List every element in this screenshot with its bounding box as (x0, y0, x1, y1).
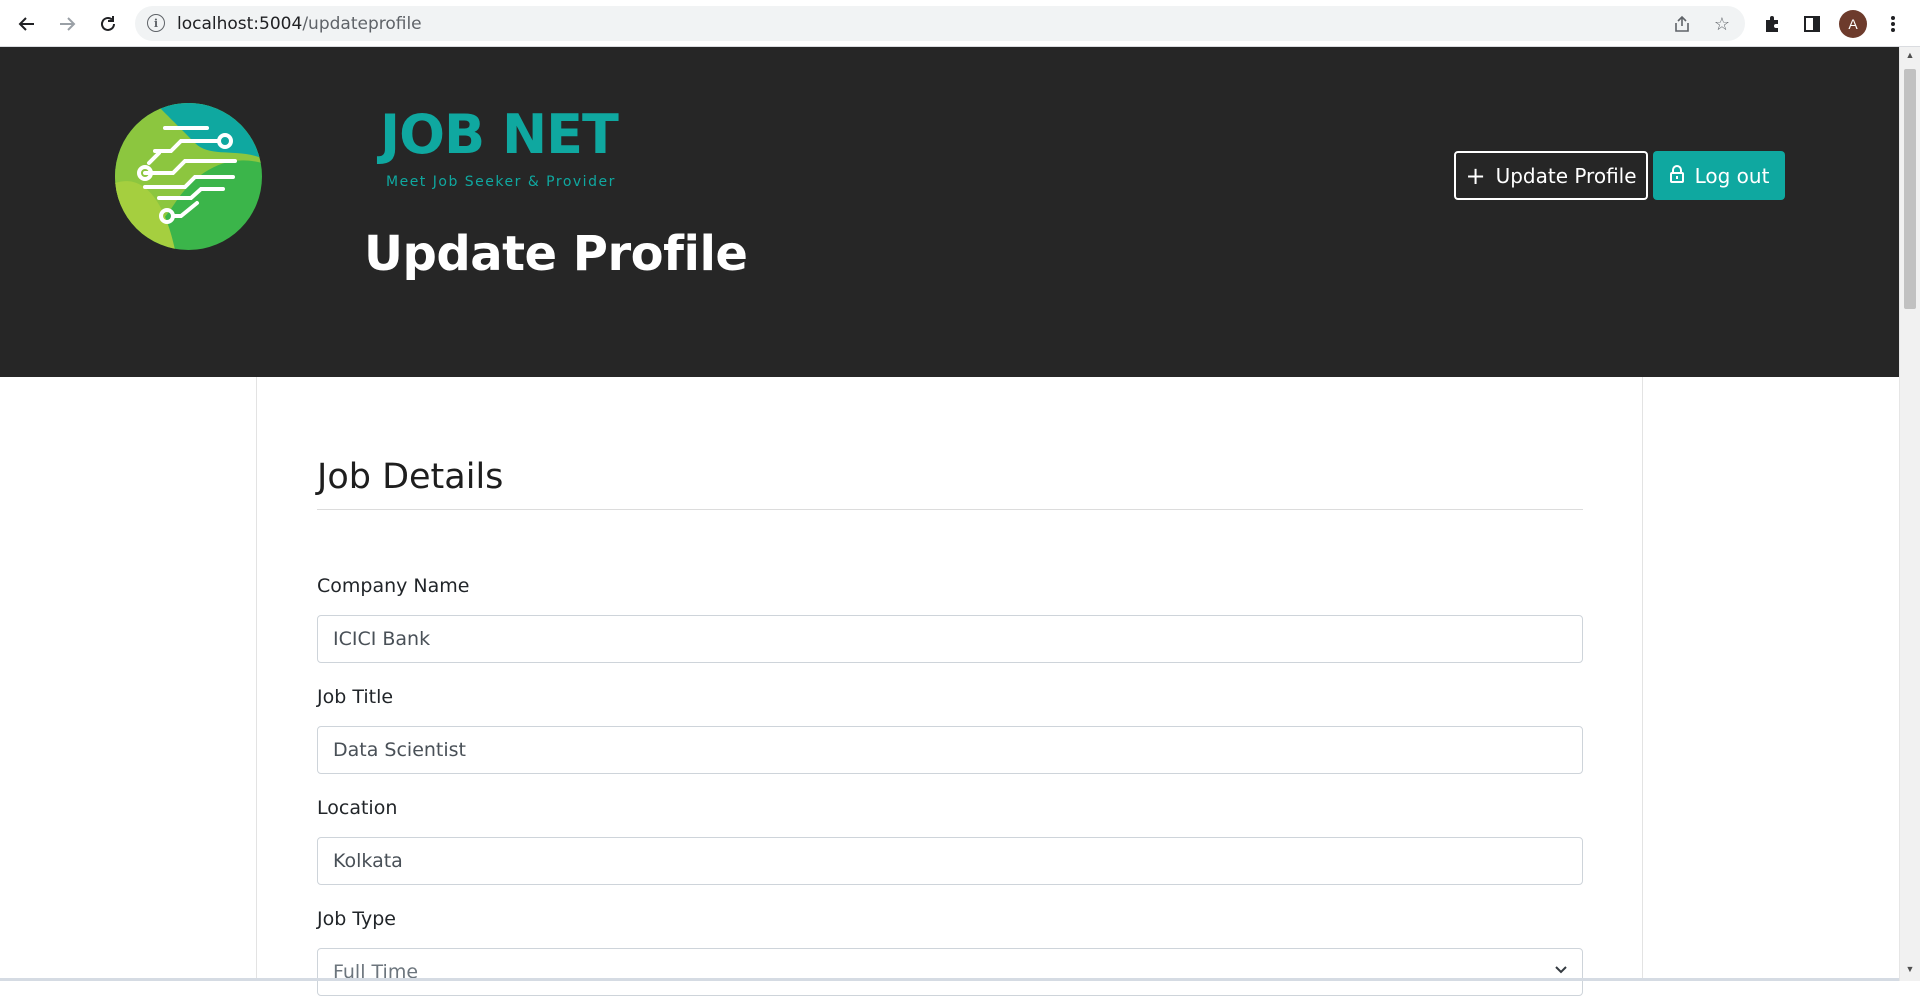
site-info-icon[interactable]: i (147, 14, 165, 32)
lock-icon (1669, 164, 1685, 188)
reload-icon[interactable] (93, 9, 123, 39)
site-header: JOB NET Meet Job Seeker & Provider Updat… (0, 47, 1899, 377)
job-title-input[interactable]: Data Scientist (317, 726, 1583, 774)
back-icon[interactable] (12, 9, 42, 39)
profile-form-card: Job Details Company Name ICICI Bank Job … (256, 377, 1643, 996)
logout-label: Log out (1694, 163, 1770, 188)
update-profile-label: Update Profile (1495, 163, 1637, 188)
update-profile-button[interactable]: + Update Profile (1454, 151, 1648, 200)
brand-name[interactable]: JOB NET (380, 108, 619, 162)
job-type-select[interactable]: Full Time (317, 948, 1583, 996)
company-name-input[interactable]: ICICI Bank (317, 615, 1583, 663)
page-title: Update Profile (364, 226, 748, 282)
browser-toolbar: i localhost:5004/updateprofile ☆ A (0, 0, 1920, 47)
company-name-label: Company Name (317, 575, 470, 597)
scroll-down-arrow-icon[interactable]: ▼ (1904, 963, 1916, 975)
avatar[interactable]: A (1839, 10, 1867, 38)
chevron-down-icon (1554, 963, 1568, 979)
logo-icon[interactable] (115, 103, 262, 250)
brand-tagline: Meet Job Seeker & Provider (386, 174, 616, 190)
location-label: Location (317, 797, 398, 819)
scrollbar-thumb[interactable] (1904, 69, 1916, 309)
url-path: /updateprofile (302, 14, 422, 34)
menu-kebab-icon[interactable] (1878, 9, 1908, 39)
plus-icon: + (1465, 161, 1486, 190)
address-bar[interactable]: i localhost:5004/updateprofile ☆ (135, 6, 1745, 41)
share-icon[interactable] (1671, 13, 1693, 35)
url-host: localhost:5004 (177, 14, 303, 34)
company-name-value: ICICI Bank (333, 628, 431, 650)
job-type-label: Job Type (317, 908, 396, 930)
scroll-up-arrow-icon[interactable]: ▲ (1904, 49, 1916, 61)
section-divider (317, 509, 1583, 510)
page-scrollbar[interactable]: ▲ ▼ (1899, 47, 1920, 981)
avatar-letter: A (1848, 16, 1858, 32)
location-input[interactable]: Kolkata (317, 837, 1583, 885)
side-panel-icon[interactable] (1797, 9, 1827, 39)
bookmark-star-icon[interactable]: ☆ (1711, 13, 1733, 35)
job-title-label: Job Title (317, 686, 394, 708)
logout-button[interactable]: Log out (1653, 151, 1785, 200)
job-title-value: Data Scientist (333, 739, 466, 761)
location-value: Kolkata (333, 850, 403, 872)
extensions-puzzle-icon[interactable] (1757, 9, 1787, 39)
section-title: Job Details (317, 457, 504, 497)
url-text[interactable]: localhost:5004/updateprofile (177, 14, 422, 34)
forward-icon[interactable] (52, 9, 82, 39)
